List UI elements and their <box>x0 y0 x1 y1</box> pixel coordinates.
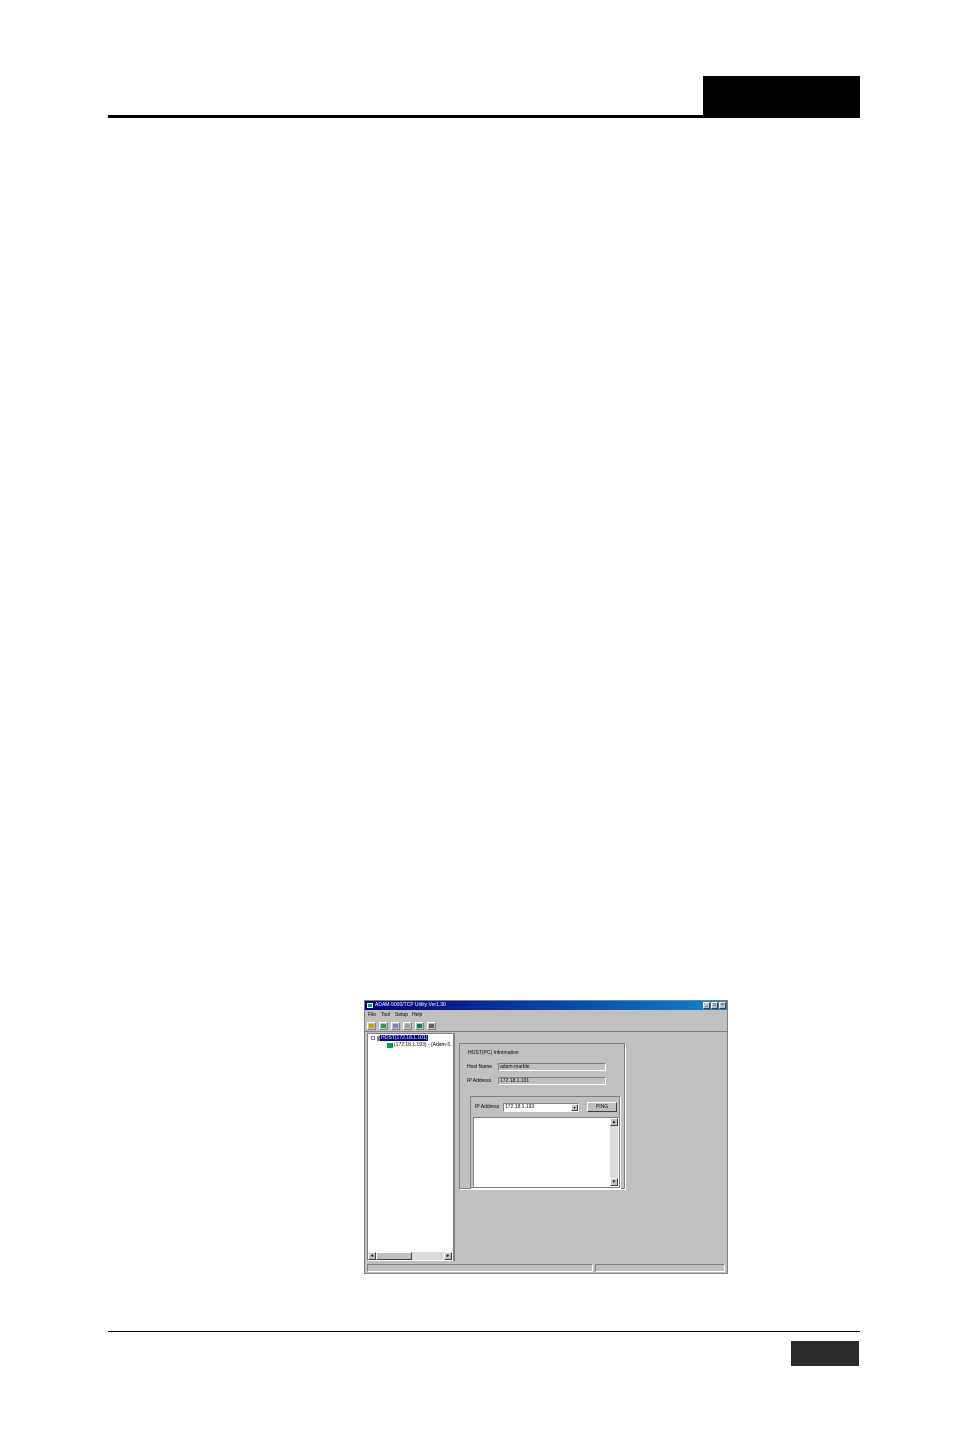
ping-button[interactable]: PING <box>587 1102 617 1112</box>
scroll-left-icon[interactable]: ◂ <box>368 1252 376 1260</box>
device-tree[interactable]: HOST(172.18.1.101) (172.18.1.193) - (Ada… <box>367 1033 454 1261</box>
header-tab <box>703 76 860 118</box>
ping-ip-label: IP Address <box>475 1104 500 1110</box>
scroll-up-icon[interactable]: ▴ <box>610 1118 618 1126</box>
tree-node-host[interactable]: HOST(172.18.1.101) <box>380 1035 429 1041</box>
info-panel: HOST(PC) Information Host Name adam-marb… <box>455 1033 727 1261</box>
host-name-field: adam-marble <box>498 1063 606 1071</box>
tree-collapse-icon[interactable] <box>371 1036 375 1040</box>
tree-horizontal-scrollbar[interactable]: ◂ ▸ <box>368 1252 452 1260</box>
host-info-group: HOST(PC) Information Host Name adam-marb… <box>459 1043 625 1189</box>
status-pane-secondary <box>595 1264 725 1272</box>
ping-group: IP Address 172.18.1.193 ▾ PING ▴ ▾ <box>470 1096 620 1188</box>
maximize-button[interactable]: □ <box>711 1002 718 1009</box>
footer-rule <box>108 1331 860 1332</box>
status-bar <box>365 1263 727 1273</box>
minimize-button[interactable]: _ <box>703 1002 710 1009</box>
app-icon <box>367 1003 373 1008</box>
ping-ip-value: 172.18.1.193 <box>505 1104 535 1110</box>
header-rule <box>108 115 860 118</box>
host-name-label: Host Name <box>467 1064 493 1070</box>
close-button[interactable]: × <box>719 1002 726 1009</box>
menu-file[interactable]: File <box>368 1012 376 1018</box>
menu-bar: File Tool Setup Help <box>365 1010 727 1019</box>
ping-result-box[interactable]: ▴ ▾ <box>473 1117 619 1187</box>
window-title: ADAM-5000/TCP Utility Ver1.30 <box>375 1002 446 1008</box>
result-vertical-scrollbar[interactable]: ▴ ▾ <box>610 1118 618 1186</box>
menu-setup[interactable]: Setup <box>395 1012 408 1018</box>
scroll-right-icon[interactable]: ▸ <box>444 1252 452 1260</box>
group-title: HOST(PC) Information <box>468 1050 519 1056</box>
tree-node-device[interactable]: (172.18.1.193) - (Adam-5... <box>394 1042 454 1048</box>
ip-address-label: IP Address <box>467 1078 492 1084</box>
device-icon <box>387 1043 393 1048</box>
utility-window: ADAM-5000/TCP Utility Ver1.30 _ □ × File… <box>364 1000 728 1274</box>
scroll-thumb[interactable] <box>376 1252 412 1260</box>
ping-ip-combo[interactable]: 172.18.1.193 ▾ <box>503 1103 579 1112</box>
delete-icon[interactable] <box>403 1022 412 1030</box>
footer-tab <box>791 1341 859 1366</box>
ip-address-field: 172.18.1.101 <box>498 1077 606 1085</box>
network-icon[interactable] <box>415 1022 424 1030</box>
zoom-icon[interactable] <box>391 1022 400 1030</box>
status-pane-main <box>367 1264 593 1272</box>
menu-help[interactable]: Help <box>412 1012 422 1018</box>
scroll-down-icon[interactable]: ▾ <box>610 1178 618 1186</box>
chevron-down-icon[interactable]: ▾ <box>571 1104 578 1111</box>
menu-tool[interactable]: Tool <box>381 1012 390 1018</box>
search-icon[interactable] <box>379 1022 388 1030</box>
exit-icon[interactable] <box>367 1022 376 1030</box>
toolbar <box>365 1020 727 1032</box>
terminal-icon[interactable] <box>427 1022 436 1030</box>
title-bar[interactable]: ADAM-5000/TCP Utility Ver1.30 _ □ × <box>365 1001 727 1010</box>
